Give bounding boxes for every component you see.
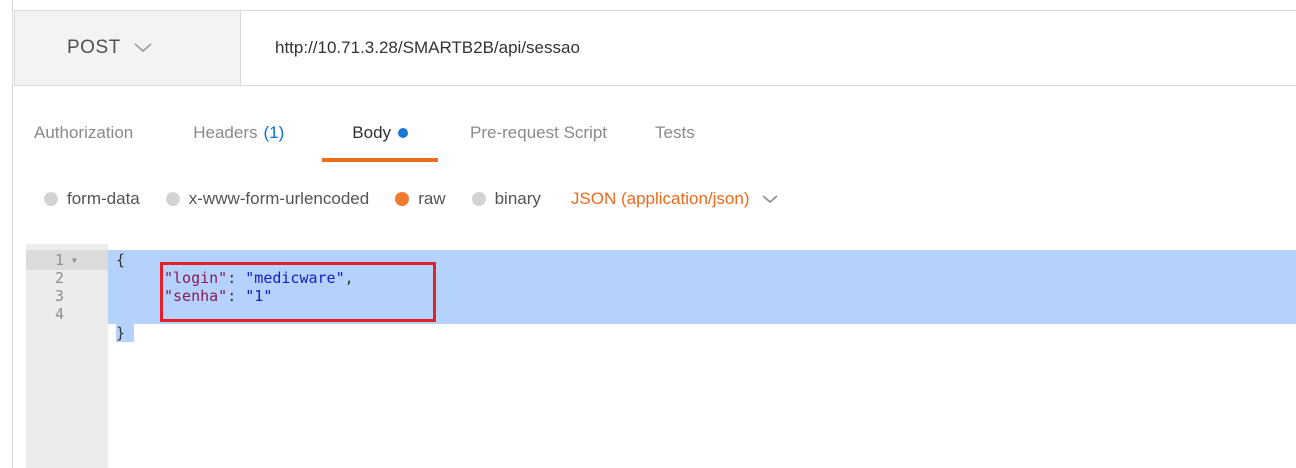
raw-body-editor[interactable]: 1 ▾ 2 3 4 { "login": "medicware", "senha…	[26, 244, 1296, 468]
line-number-gutter: 1 ▾ 2 3 4	[26, 244, 108, 468]
code-line: "senha": "1"	[164, 287, 273, 305]
radio-button-selected-icon	[395, 192, 410, 206]
radio-x-www-form-urlencoded[interactable]: x-www-form-urlencoded	[165, 189, 370, 209]
code-line: {	[116, 251, 126, 269]
tab-pre-request-script[interactable]: Pre-request Script	[450, 104, 627, 162]
radio-binary[interactable]: binary	[471, 189, 541, 209]
radio-button-icon	[165, 192, 180, 206]
request-url-bar: POST http://10.71.3.28/SMARTB2B/api/sess…	[14, 10, 1296, 86]
code-line: }	[116, 324, 126, 342]
content-type-dropdown[interactable]: JSON (application/json)	[571, 189, 780, 209]
body-type-selector: form-data x-www-form-urlencoded raw bina…	[14, 178, 1296, 220]
tab-label: Pre-request Script	[470, 123, 608, 142]
code-line: "login": "medicware",	[164, 269, 354, 287]
fold-arrow-icon[interactable]: ▾	[71, 251, 78, 269]
radio-button-icon	[44, 192, 58, 206]
text-selection	[108, 250, 1296, 324]
line-number: 3	[54, 287, 64, 305]
request-tabs: Authorization Headers (1) Body Pre-reque…	[14, 104, 1296, 162]
tab-label: Body	[352, 123, 392, 142]
line-number: 4	[54, 305, 64, 323]
tab-tests[interactable]: Tests	[635, 104, 715, 162]
radio-button-icon	[471, 192, 486, 206]
content-type-label: JSON (application/json)	[570, 189, 750, 208]
tab-label: Tests	[655, 123, 695, 142]
tab-label: Authorization	[34, 123, 134, 142]
radio-label: x-www-form-urlencoded	[188, 189, 370, 208]
method-label: POST	[67, 37, 121, 58]
radio-form-data[interactable]: form-data	[44, 189, 140, 209]
headers-count-badge: (1)	[263, 123, 285, 142]
tab-headers[interactable]: Headers (1)	[173, 104, 304, 162]
url-input[interactable]: http://10.71.3.28/SMARTB2B/api/sessao	[241, 11, 1296, 85]
active-line-marker	[26, 250, 108, 270]
radio-label: binary	[494, 189, 541, 208]
line-number: 2	[54, 269, 64, 287]
radio-label: raw	[418, 189, 446, 208]
code-area[interactable]: { "login": "medicware", "senha": "1" }	[108, 244, 1296, 468]
tab-body[interactable]: Body	[322, 104, 438, 162]
method-select[interactable]: POST	[15, 11, 241, 85]
radio-label: form-data	[67, 189, 140, 208]
radio-raw[interactable]: raw	[395, 189, 446, 209]
tab-authorization[interactable]: Authorization	[14, 104, 153, 162]
unsaved-dot-icon	[398, 128, 409, 138]
chevron-down-icon	[134, 43, 152, 53]
chevron-down-icon	[762, 194, 779, 203]
tab-label: Headers	[193, 123, 258, 142]
line-number: 1	[54, 251, 64, 269]
